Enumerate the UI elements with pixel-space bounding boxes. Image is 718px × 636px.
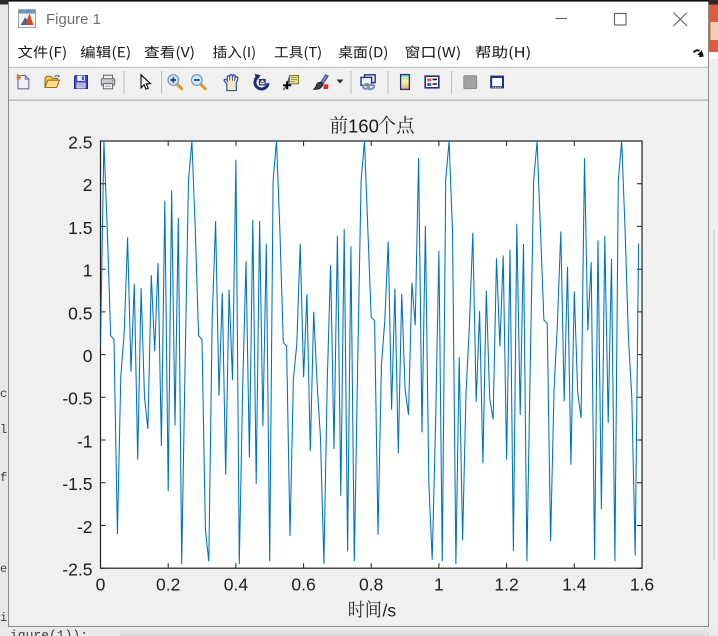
svg-text:igure(1));: igure(1)); <box>10 628 88 636</box>
svg-text:-0.5: -0.5 <box>62 389 92 409</box>
svg-text:0: 0 <box>96 574 106 594</box>
svg-text:1.2: 1.2 <box>494 574 518 594</box>
svg-text:0: 0 <box>83 346 93 366</box>
svg-text:1: 1 <box>434 574 444 594</box>
svg-text:-2.5: -2.5 <box>62 560 92 580</box>
svg-text:1.5: 1.5 <box>68 218 92 238</box>
svg-text:2.5: 2.5 <box>68 132 92 152</box>
svg-text:0.4: 0.4 <box>224 574 249 594</box>
svg-text:160: 160 <box>348 115 379 136</box>
svg-text:/s: /s <box>383 600 397 620</box>
svg-text:0.2: 0.2 <box>156 574 180 594</box>
svg-text:Figure 1: Figure 1 <box>46 11 101 28</box>
svg-text:1: 1 <box>83 261 93 281</box>
svg-text:0.8: 0.8 <box>359 574 383 594</box>
svg-text:0.5: 0.5 <box>68 303 92 323</box>
svg-text:2: 2 <box>83 175 93 195</box>
svg-text:-1.5: -1.5 <box>62 474 92 494</box>
svg-text:1.6: 1.6 <box>630 574 654 594</box>
svg-text:-2: -2 <box>77 517 93 537</box>
svg-text:0.6: 0.6 <box>291 574 315 594</box>
svg-text:-1: -1 <box>77 431 93 451</box>
svg-text:1.4: 1.4 <box>562 574 587 594</box>
